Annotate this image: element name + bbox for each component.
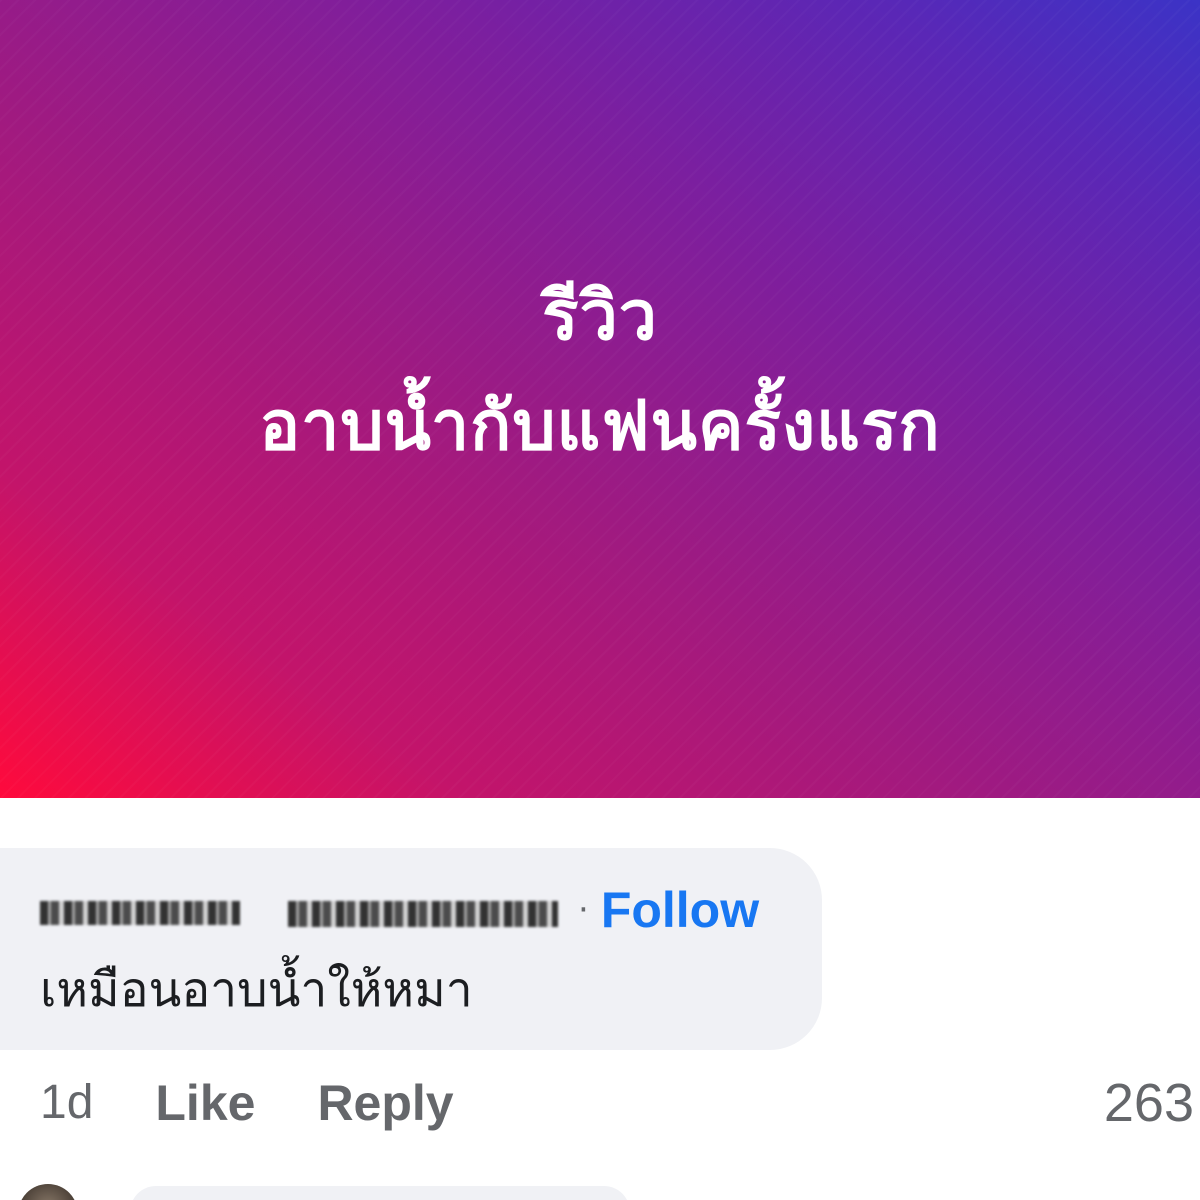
follow-button[interactable]: Follow xyxy=(601,880,759,940)
like-button[interactable]: Like xyxy=(155,1068,255,1138)
post-image-card[interactable]: รีวิว อาบน้ำกับแฟนครั้งแรก xyxy=(0,0,1200,798)
comment-actions: 1d Like Reply xyxy=(40,1068,516,1138)
next-comment-bubble xyxy=(130,1186,630,1200)
comment-text: เหมือนอาบน้ำให้หมา xyxy=(40,962,473,1018)
post-title-line-1: รีวิว xyxy=(542,277,658,356)
redacted-name-part-1 xyxy=(40,901,240,925)
reply-button[interactable]: Reply xyxy=(317,1068,453,1138)
post-title-line-2: อาบน้ำกับแฟนครั้งแรก xyxy=(259,387,941,466)
facebook-post-screen: รีวิว อาบน้ำกับแฟนครั้งแรก · Follow เหมื… xyxy=(0,0,1200,1200)
post-title: รีวิว อาบน้ำกับแฟนครั้งแรก xyxy=(0,262,1200,482)
reaction-count[interactable]: 263 xyxy=(1104,1068,1194,1138)
next-comment-avatar[interactable] xyxy=(18,1184,78,1200)
name-gap xyxy=(240,898,288,922)
comment-author-name-redacted[interactable] xyxy=(40,890,560,930)
separator-dot: · xyxy=(578,890,589,930)
redacted-name-part-2 xyxy=(288,901,558,927)
comment-header: · Follow xyxy=(40,880,759,940)
comment-timestamp[interactable]: 1d xyxy=(40,1068,93,1138)
